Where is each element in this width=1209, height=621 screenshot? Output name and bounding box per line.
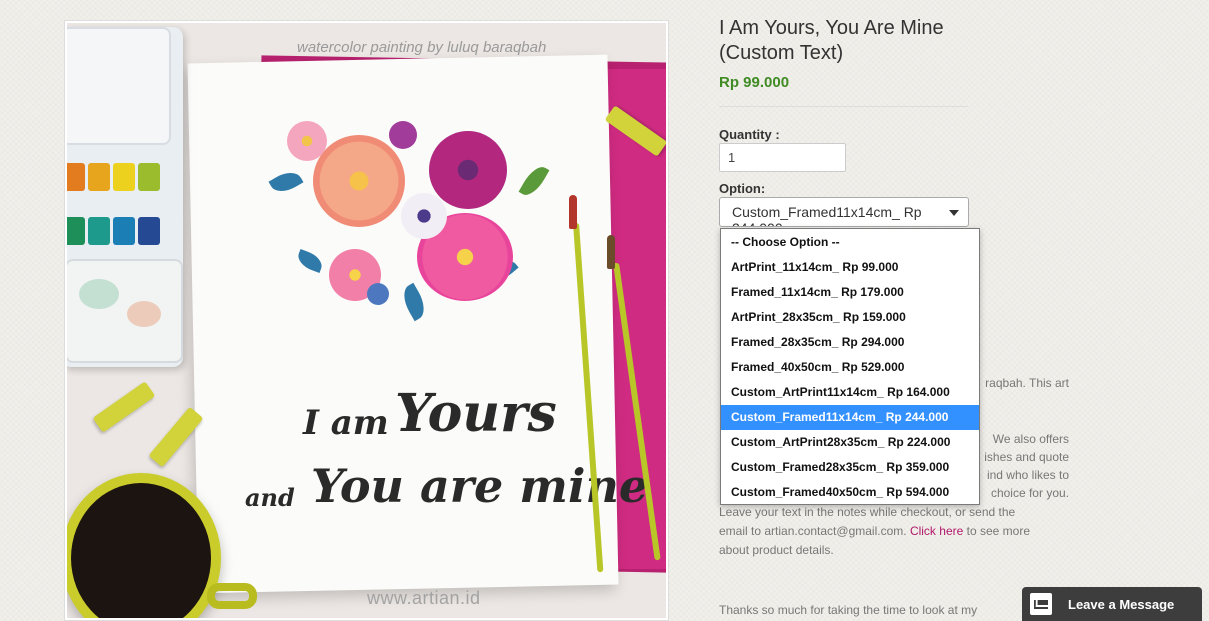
flower-peach xyxy=(313,135,405,227)
description-email-text: email to artian.contact@gmail.com. xyxy=(719,524,907,538)
option-item[interactable]: Custom_Framed40x50cm_ Rp 594.000 xyxy=(721,480,979,505)
coffee-cup-handle xyxy=(207,583,257,609)
leave-message-button[interactable]: Leave a Message xyxy=(1022,587,1202,621)
description-line-email: email to artian.contact@gmail.com. Click… xyxy=(719,522,1069,541)
paint-row-2 xyxy=(67,217,160,245)
description-line-leave: Leave your text in the notes while check… xyxy=(719,505,1016,519)
option-select-value: Custom_Framed11x14cm_ Rp 244.000 xyxy=(732,204,922,226)
option-item[interactable]: ArtPrint_28x35cm_ Rp 159.000 xyxy=(721,305,979,330)
leave-message-label: Leave a Message xyxy=(1068,596,1175,612)
option-item[interactable]: Framed_40x50cm_ Rp 529.000 xyxy=(721,355,979,380)
description-email-post: to see more xyxy=(966,524,1031,538)
description-line-about: about product details. xyxy=(719,543,834,557)
watercolor-palette xyxy=(67,27,183,367)
paint-row-1 xyxy=(67,163,160,191)
flower-magenta xyxy=(429,131,507,209)
option-dropdown-list[interactable]: -- Choose Option -- ArtPrint_11x14cm_ Rp… xyxy=(720,228,980,505)
option-item[interactable]: Custom_ArtPrint11x14cm_ Rp 164.000 xyxy=(721,380,979,405)
watermark-bottom: www.artian.id xyxy=(367,588,481,608)
clothespin-left-1 xyxy=(92,381,156,433)
paintbrush-2-tip xyxy=(607,235,615,269)
option-item[interactable]: ArtPrint_11x14cm_ Rp 99.000 xyxy=(721,255,979,280)
option-item-selected[interactable]: Custom_Framed11x14cm_ Rp 244.000 xyxy=(721,405,979,430)
flower-small-rose xyxy=(287,121,327,161)
product-image-frame: watercolor painting by luluq baraqbah I … xyxy=(64,20,669,621)
option-item[interactable]: Custom_Framed28x35cm_ Rp 359.000 xyxy=(721,455,979,480)
lettering-i-am: I am xyxy=(303,403,389,443)
flower-purple xyxy=(389,121,417,149)
click-here-link[interactable]: Click here xyxy=(910,524,963,538)
option-item[interactable]: Custom_ArtPrint28x35cm_ Rp 224.000 xyxy=(721,430,979,455)
flower-white xyxy=(401,193,447,239)
description-line-thanks: Thanks so much for taking the time to lo… xyxy=(719,603,978,617)
product-title: I Am Yours, You Are Mine (Custom Text) xyxy=(719,17,944,64)
palette-mixing-area xyxy=(67,259,183,363)
product-image[interactable]: watercolor painting by luluq baraqbah I … xyxy=(67,23,666,618)
option-select[interactable]: Custom_Framed11x14cm_ Rp 244.000 xyxy=(719,197,969,227)
option-label: Option: xyxy=(719,181,766,196)
quantity-label: Quantity : xyxy=(719,127,780,142)
watermark-top: watercolor painting by luluq baraqbah xyxy=(297,39,547,56)
palette-lid xyxy=(67,27,171,145)
lettering-and: and xyxy=(245,483,295,512)
chevron-down-icon xyxy=(949,210,959,216)
flower-blue xyxy=(367,283,389,305)
option-item[interactable]: Framed_11x14cm_ Rp 179.000 xyxy=(721,280,979,305)
option-item[interactable]: -- Choose Option -- xyxy=(721,230,979,255)
mail-icon xyxy=(1030,593,1052,615)
quantity-input[interactable]: 1 xyxy=(719,143,846,172)
lettering-yours: Yours xyxy=(395,383,557,444)
divider xyxy=(719,106,968,107)
paintbrush-1-tip xyxy=(569,195,577,229)
product-price: Rp 99.000 xyxy=(719,74,790,91)
option-item[interactable]: Framed_28x35cm_ Rp 294.000 xyxy=(721,330,979,355)
